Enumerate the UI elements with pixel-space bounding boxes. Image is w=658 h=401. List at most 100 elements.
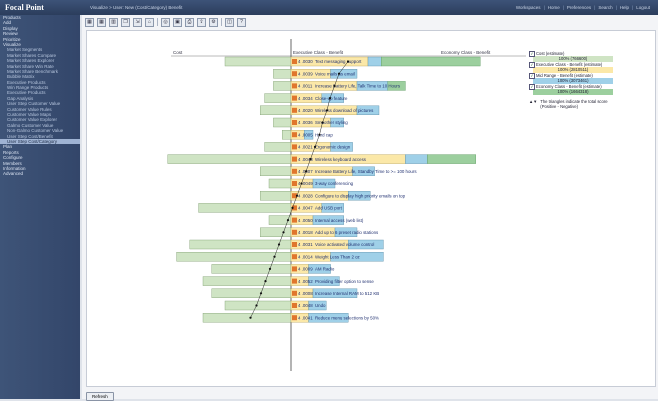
fit-icon[interactable]: ⇲ (133, 17, 142, 27)
settings-icon[interactable]: ⚙ (209, 17, 218, 27)
row-code: 4 .0028 (298, 193, 313, 198)
eco-axis-label: Economy Class - Benefit (441, 50, 491, 55)
separator: | (543, 5, 545, 10)
eco-benefit-bar (427, 154, 476, 164)
score-point (273, 255, 276, 258)
score-point (321, 121, 324, 124)
cost-bar (211, 264, 292, 274)
row-marker-icon (292, 217, 297, 223)
score-point (337, 72, 341, 75)
cost-bar (268, 178, 292, 189)
score-point (313, 145, 317, 148)
row-marker-icon (292, 315, 297, 321)
row-code: 4 .0009 (298, 267, 313, 272)
row-label: Increase Battery Life, Standby Time to >… (315, 169, 417, 174)
row-code: 4 .0021 (298, 145, 313, 150)
score-point (325, 109, 329, 112)
row-label: Voice activated volume control (315, 242, 374, 247)
score-point (300, 182, 303, 185)
sidebar-item[interactable]: Advanced (0, 171, 80, 176)
score-point (249, 316, 252, 319)
top-link-help[interactable]: Help (620, 5, 629, 10)
cost-bar (273, 117, 292, 128)
top-link-workspaces[interactable]: Workspaces (516, 5, 541, 10)
print-icon[interactable]: ⎙ (185, 17, 194, 27)
separator: | (632, 5, 634, 10)
row-label: Undo (315, 303, 326, 308)
checkbox-icon[interactable]: ✓ (529, 83, 535, 90)
chart-panel: Cost Executive Class - Benefit Economy Cla… (86, 30, 656, 387)
row-marker-icon (292, 107, 297, 113)
row-label: Close-up feature (315, 96, 348, 101)
row-label: Increase Battery Life, Talk Time to 10 H… (315, 84, 401, 89)
row-marker-icon (292, 120, 297, 125)
row-code: 4 .0047 (298, 206, 313, 211)
cost-bar (259, 166, 292, 177)
chart-icon[interactable]: ▥ (109, 17, 118, 27)
row-label: 3-way conferencing (315, 181, 354, 186)
cost-bar (273, 81, 292, 91)
copy-icon[interactable]: ❐ (121, 17, 130, 27)
row-label: Internal access (web list) (315, 218, 364, 223)
row-label: Providing filter option to sense (315, 279, 374, 284)
score-point (318, 133, 321, 136)
row-label: Wireless keyboard access (315, 157, 367, 162)
home-icon[interactable]: ⌂ (145, 17, 154, 27)
mid-benefit-bar (405, 154, 428, 164)
legend: ✓ Cost (estimate) 100% (766600) ✓ Executiv… (529, 50, 614, 109)
row-code: 4 .0018 (298, 230, 313, 235)
score-point (328, 97, 332, 100)
score-point (333, 84, 336, 87)
row-code: 4 .0034 (298, 96, 313, 101)
row-label: Add up to 6 preset radio stations (315, 230, 379, 235)
row-marker-icon (292, 278, 297, 284)
row-marker-icon (292, 303, 297, 308)
top-bar: Focal Point Visualize > User: New (Cost/… (0, 0, 658, 15)
top-link-logout[interactable]: Logout (636, 5, 650, 10)
checkbox-icon[interactable]: ✓ (529, 50, 535, 57)
refresh-button[interactable]: Refresh (86, 392, 114, 401)
score-point (255, 304, 258, 307)
top-link-home[interactable]: Home (548, 5, 560, 10)
row-code: 4 .0048 (298, 303, 313, 308)
help-icon[interactable]: ? (237, 17, 246, 27)
row-label: Smoother styling (315, 120, 348, 125)
footer: Refresh (86, 392, 114, 401)
row-label: Increase Internal RAM to 512 KB (315, 291, 379, 296)
top-link-search[interactable]: Search (598, 5, 612, 10)
row-marker-icon (292, 168, 297, 174)
mid-benefit-bar (367, 56, 382, 67)
window-icon[interactable]: ◫ (225, 17, 234, 27)
separator: | (594, 5, 596, 10)
row-label: Voice mails as email (315, 71, 355, 76)
row-label: Configure to display high priority email… (315, 193, 406, 198)
checkbox-icon[interactable]: ✓ (529, 61, 535, 68)
row-code: 4 .0030 (298, 59, 313, 64)
separator: | (615, 5, 617, 10)
row-code: 4 .0052 (298, 279, 313, 284)
cost-bar (198, 203, 292, 213)
save-icon[interactable]: ▣ (173, 17, 182, 27)
cost-bar (259, 105, 292, 116)
score-point (264, 280, 267, 283)
row-code: 4 .0050 (298, 218, 313, 223)
row-code: 4 .0014 (298, 254, 313, 259)
breadcrumb: Visualize > User: New (Cost/Category) Be… (90, 5, 183, 10)
main-area: ▦ ▦ ▥ ❐ ⇲ ⌂ ◎ ▣ ⎙ ⇪ ⚙ ◫? Cost Executive Class - Bene… (82, 15, 658, 401)
score-point (259, 292, 263, 295)
row-marker-icon (292, 59, 297, 64)
toolbar-separator (221, 18, 222, 26)
score-point (277, 243, 281, 246)
row-label: Ergonomic design (315, 145, 351, 150)
row-marker-icon (292, 242, 297, 247)
export-icon[interactable]: ⇪ (197, 17, 206, 27)
checkbox-icon[interactable]: ✓ (529, 72, 535, 79)
binoculars-icon[interactable]: ◎ (161, 17, 170, 27)
top-link-preferences[interactable]: Preferences (567, 5, 591, 10)
grid-icon[interactable]: ▦ (85, 17, 94, 27)
row-label: Hard cap (315, 132, 333, 137)
grid-alt-icon[interactable]: ▦ (97, 17, 106, 27)
row-label: Add USB port (315, 206, 343, 211)
cost-bar (189, 239, 292, 250)
score-point (309, 158, 312, 161)
